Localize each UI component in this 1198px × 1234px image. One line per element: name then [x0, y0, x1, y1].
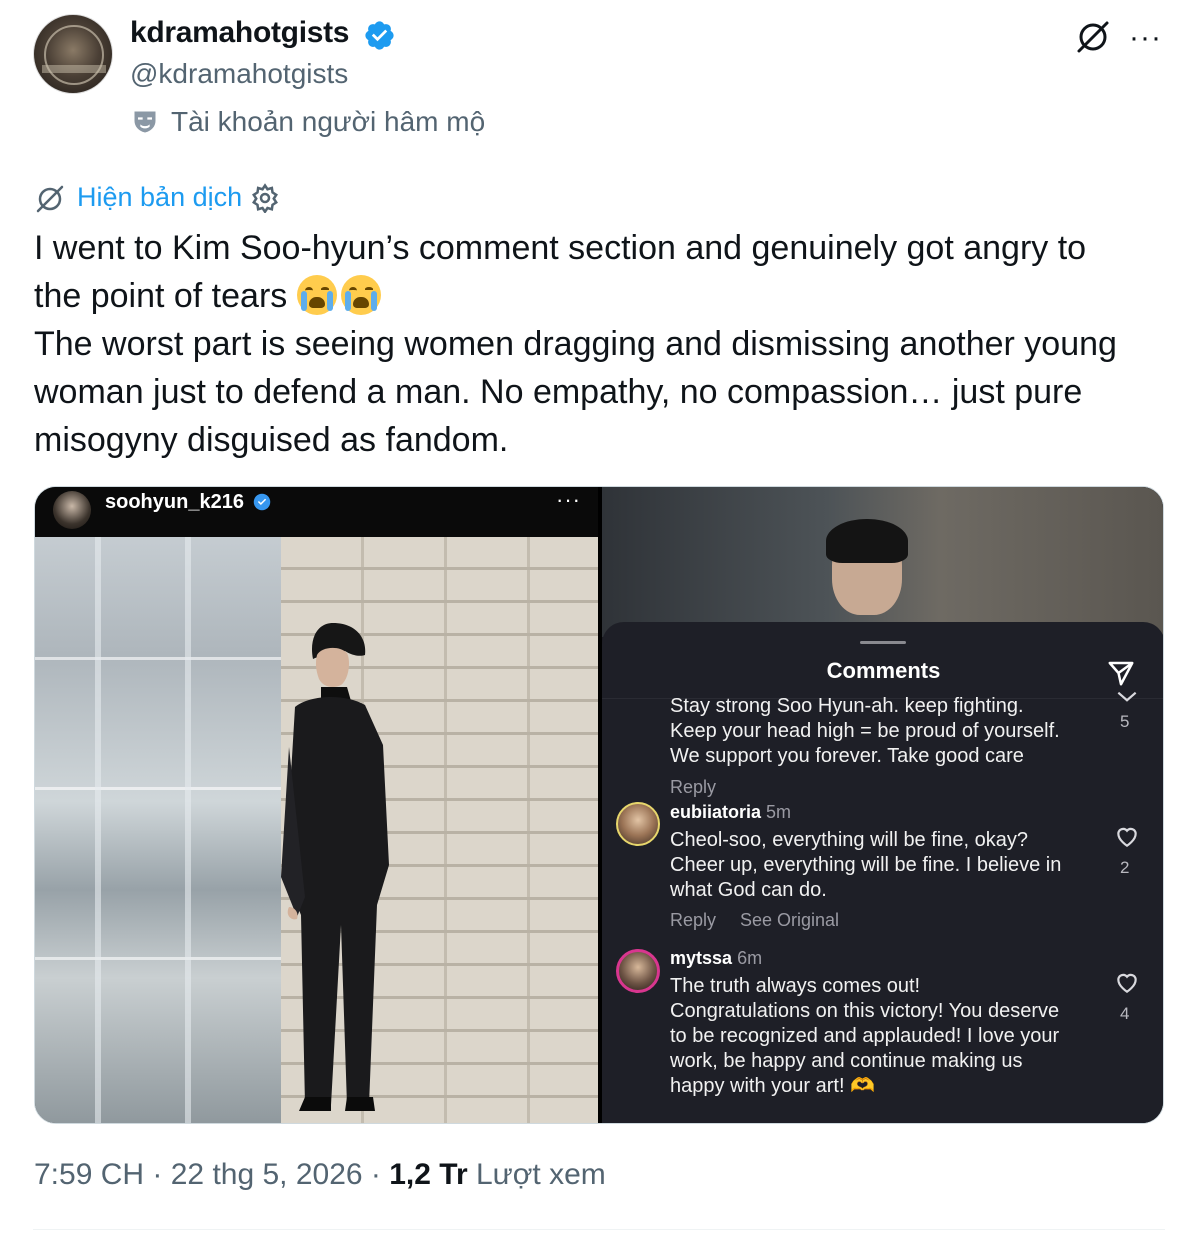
comments-screenshot-background	[602, 487, 1163, 637]
translate-icon	[36, 185, 64, 213]
comment-username: eubiiatoria 5m	[670, 802, 792, 822]
sheet-drag-handle	[860, 641, 906, 644]
tweet-line-2: the point of tears	[34, 277, 288, 315]
chevron-down-icon	[1117, 691, 1137, 702]
ig-username: soohyun_k216	[105, 491, 244, 513]
commenter-avatar	[616, 949, 660, 993]
comment-reply: Reply	[670, 777, 717, 797]
ig-more-icon: ···	[556, 487, 581, 512]
avatar-band	[42, 65, 106, 73]
media-image-right[interactable]: Comments Stay strong Soo Hyun-ah. keep f…	[602, 487, 1163, 1123]
author-name[interactable]: kdramahotgists	[130, 16, 350, 50]
comment-likes: 4	[1120, 1004, 1130, 1023]
tweet-time[interactable]: 7:59 CH	[34, 1158, 144, 1191]
glass-building-background	[35, 537, 285, 1123]
ig-verified-icon	[253, 493, 271, 511]
ig-avatar	[53, 491, 91, 529]
see-original-link: See Original	[740, 910, 840, 930]
divider	[33, 1229, 1165, 1230]
media-image-left[interactable]: soohyun_k216 ···	[35, 487, 598, 1123]
avatar-ring	[44, 25, 104, 85]
tweet-header: kdramahotgists @kdramahotgists Tài khoản…	[33, 14, 1173, 164]
views-label: Lượt xem	[467, 1158, 606, 1191]
grok-icon[interactable]	[1073, 17, 1113, 57]
author-handle[interactable]: @kdramahotgists	[130, 58, 348, 90]
comment-text: Cheol-soo, everything will be fine, okay…	[670, 829, 1062, 901]
crying-emoji-icon	[340, 275, 381, 315]
heart-icon	[1117, 827, 1137, 847]
author-avatar[interactable]	[33, 14, 113, 94]
gear-icon[interactable]	[250, 183, 280, 213]
man-in-black-suit	[281, 623, 389, 1111]
tweet-meta: 7:59 CH · 22 thg 5, 2026 · 1,2 Tr Lượt x…	[34, 1158, 606, 1192]
verified-badge-icon	[365, 21, 394, 50]
comment-username: mytssa 6m	[670, 948, 763, 968]
show-translation-link[interactable]: Hiện bản dịch	[77, 182, 242, 213]
tweet-date[interactable]: 22 thg 5, 2026	[171, 1158, 363, 1191]
theater-mask-icon	[134, 111, 156, 133]
comment-text: Stay strong Soo Hyun-ah. keep fighting. …	[670, 695, 1060, 767]
meta-separator: ·	[362, 1158, 390, 1191]
comment-likes: 2	[1120, 858, 1130, 877]
instagram-header: soohyun_k216 ···	[35, 487, 598, 537]
comments-sheet: Comments Stay strong Soo Hyun-ah. keep f…	[602, 622, 1163, 1123]
photo-man-brick-wall	[35, 537, 598, 1123]
comments-title: Comments	[826, 658, 941, 683]
tweet-line-1: I went to Kim Soo-hyun’s comment section…	[34, 229, 1087, 267]
man-hair	[826, 519, 908, 563]
comment-text: The truth always comes out! Congratulati…	[670, 975, 1060, 1097]
more-icon[interactable]: ···	[1129, 23, 1162, 53]
tweet-paragraph-2: The worst part is seeing women dragging …	[34, 325, 1127, 459]
commenter-avatar	[616, 802, 660, 846]
tweet-text: I went to Kim Soo-hyun’s comment section…	[34, 224, 1174, 464]
meta-separator: ·	[144, 1158, 171, 1191]
comment-reply: Reply	[670, 910, 717, 930]
heart-icon	[1117, 973, 1137, 993]
crying-emoji-icon	[296, 275, 337, 315]
fan-account-label: Tài khoản người hâm mộ	[171, 106, 486, 137]
comment-likes: 5	[1120, 712, 1130, 731]
views-count: 1,2 Tr	[389, 1158, 468, 1191]
tweet-media[interactable]: soohyun_k216 ··· Comments Stay strong So…	[34, 486, 1164, 1124]
